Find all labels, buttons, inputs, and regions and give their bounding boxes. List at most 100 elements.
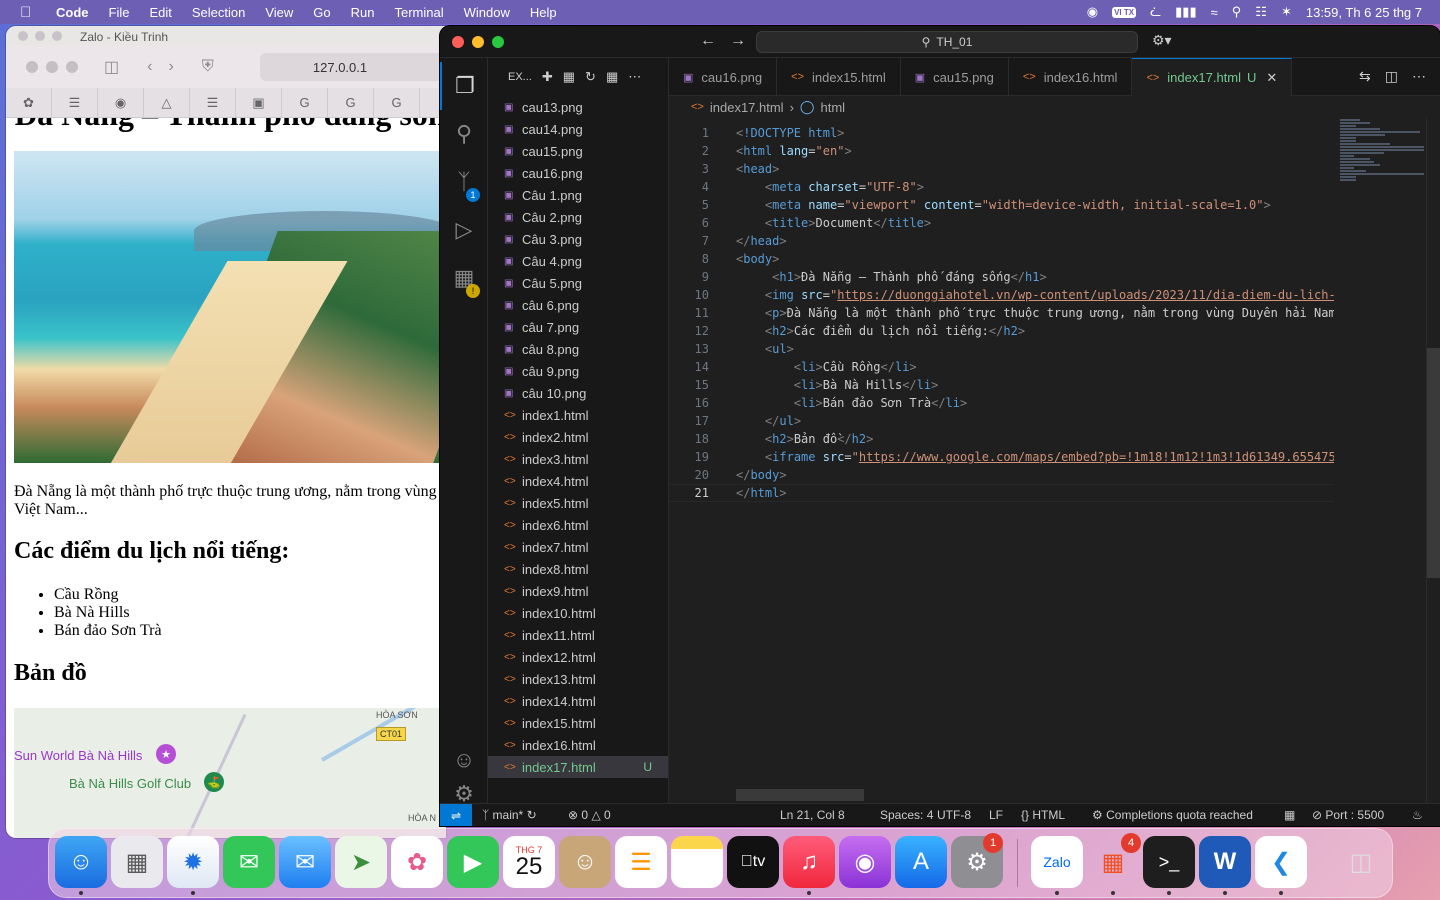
explorer-file-item[interactable]: ▣ câu 10.png	[488, 382, 668, 404]
close-tab-icon[interactable]: ✕	[1266, 70, 1277, 86]
code-line[interactable]: 12 <h2>Các điểm du lịch nổi tiếng:</h2>	[669, 322, 1334, 340]
zoom-window-button[interactable]	[492, 36, 504, 48]
creative-cloud-icon[interactable]: ◉	[1087, 4, 1098, 20]
search-icon[interactable]: ⚲	[440, 110, 488, 158]
live-server-status[interactable]: ⊘ Port : 5500	[1312, 808, 1384, 822]
explorer-file-item[interactable]: <> index10.html	[488, 602, 668, 624]
nav-forward-icon[interactable]: →	[730, 32, 746, 50]
explorer-file-item[interactable]: <> index9.html	[488, 580, 668, 602]
photos-icon[interactable]: ✿	[391, 836, 443, 888]
code-line[interactable]: 14 <li>Cầu Rồng</li>	[669, 358, 1334, 376]
map-label-sun-world[interactable]: Sun World Bà Nà Hills	[14, 748, 142, 763]
menubar-clock[interactable]: 13:59, Th 6 25 thg 7	[1306, 5, 1422, 20]
editor-tab[interactable]: <> index16.html	[1009, 58, 1133, 96]
encoding-status[interactable]: UTF-8	[937, 808, 971, 822]
new-file-icon[interactable]: ✚	[542, 69, 553, 85]
window-controls[interactable]	[452, 36, 504, 48]
explorer-file-item[interactable]: <> index16.html	[488, 734, 668, 756]
account-icon[interactable]: ☺	[440, 736, 488, 784]
app-store-icon[interactable]: A	[895, 836, 947, 888]
code-line[interactable]: 20 </body>	[669, 466, 1334, 484]
explorer-file-item[interactable]: <> index17.html U	[488, 756, 668, 778]
code-line[interactable]: 6 <title>Document</title>	[669, 214, 1334, 232]
finder-icon[interactable]: ☺	[55, 836, 107, 888]
menu-run[interactable]: Run	[351, 5, 375, 20]
menu-terminal[interactable]: Terminal	[395, 5, 444, 20]
back-icon[interactable]: ‹	[147, 58, 152, 76]
code-line[interactable]: 4 <meta charset="UTF-8">	[669, 178, 1334, 196]
explorer-file-item[interactable]: <> index7.html	[488, 536, 668, 558]
word-icon[interactable]: W	[1199, 836, 1251, 888]
explorer-file-item[interactable]: <> index4.html	[488, 470, 668, 492]
reminders-icon[interactable]: ☰	[615, 836, 667, 888]
eol-status[interactable]: LF	[989, 808, 1003, 822]
minimize-window-button[interactable]	[472, 36, 484, 48]
explorer-file-item[interactable]: <> index13.html	[488, 668, 668, 690]
extensions-icon[interactable]: ▦!	[440, 254, 488, 302]
settings-gear-icon[interactable]: ⚙	[440, 781, 488, 806]
code-line[interactable]: 5 <meta name="viewport" content="width=d…	[669, 196, 1334, 214]
code-line[interactable]: 8 <body>	[669, 250, 1334, 268]
terminal-icon[interactable]: >_	[1143, 836, 1195, 888]
terminal-icon[interactable]: ▦	[1284, 808, 1295, 822]
collapse-all-icon[interactable]: ▦	[606, 69, 618, 85]
refresh-icon[interactable]: ↻	[585, 69, 596, 85]
messages-icon[interactable]: ✉	[223, 836, 275, 888]
apple-icon[interactable]: 	[20, 4, 38, 21]
code-editor[interactable]: 1 <!DOCTYPE html> 2 <html lang="en"> 3 <head>…	[669, 118, 1334, 803]
code-line[interactable]: 2 <html lang="en">	[669, 142, 1334, 160]
horizontal-scrollbar[interactable]	[736, 789, 864, 801]
editor-tab[interactable]: <> index15.html	[777, 58, 901, 96]
code-line[interactable]: 16 <li>Bán đảo Sơn Trà</li>	[669, 394, 1334, 412]
menu-view[interactable]: View	[265, 5, 293, 20]
explorer-file-item[interactable]: <> index14.html	[488, 690, 668, 712]
code-line[interactable]: 10 <img src="https://duonggiahotel.vn/wp…	[669, 286, 1334, 304]
indentation-status[interactable]: Spaces: 4	[880, 808, 933, 822]
sidebar-toggle-icon[interactable]: ◫	[104, 57, 119, 77]
compare-icon[interactable]: ⇆	[1359, 68, 1371, 85]
copilot-icon[interactable]: ⚙▾	[1152, 32, 1172, 49]
editor-tab[interactable]: ▣ cau16.png	[669, 58, 778, 96]
code-line[interactable]: 18 <h2>Bản đồ</h2>	[669, 430, 1334, 448]
music-icon[interactable]: ♫	[783, 836, 835, 888]
split-editor-icon[interactable]: ◫	[1385, 68, 1398, 85]
google-icon-2[interactable]: G	[328, 87, 374, 118]
code-line[interactable]: 19 <iframe src="https://www.google.com/m…	[669, 448, 1334, 466]
explorer-file-item[interactable]: <> index6.html	[488, 514, 668, 536]
menu-selection[interactable]: Selection	[192, 5, 245, 20]
explorer-file-item[interactable]: ▣ cau15.png	[488, 140, 668, 162]
branch-status[interactable]: ᛉ main* ↻	[482, 808, 537, 822]
shield-icon[interactable]: ⛨	[202, 58, 214, 76]
more-actions-icon[interactable]: ⋯	[628, 69, 641, 85]
explorer-file-item[interactable]: ▣ cau14.png	[488, 118, 668, 140]
minimap[interactable]	[1340, 118, 1426, 188]
control-center-icon[interactable]: ☷	[1255, 4, 1267, 20]
vscode-icon[interactable]: ❮	[1255, 836, 1307, 888]
explorer-file-item[interactable]: ▣ câu 8.png	[488, 338, 668, 360]
explorer-file-item[interactable]: ▣ Câu 2.png	[488, 206, 668, 228]
maps-icon[interactable]: ➤	[335, 836, 387, 888]
menu-edit[interactable]: Edit	[149, 5, 171, 20]
docs-icon[interactable]: ☰	[190, 87, 236, 118]
tab-number-icon[interactable]: ▣	[236, 87, 282, 118]
explorer-file-item[interactable]: ▣ cau16.png	[488, 162, 668, 184]
golf-pin-icon[interactable]: ⛳	[204, 772, 224, 792]
github-icon[interactable]: ◉	[98, 87, 144, 118]
code-line[interactable]: 13 <ul>	[669, 340, 1334, 358]
google-icon-3[interactable]: G	[374, 87, 420, 118]
code-line[interactable]: 3 <head>	[669, 160, 1334, 178]
safari-icon[interactable]: ✹	[167, 836, 219, 888]
explorer-file-item[interactable]: ▣ Câu 3.png	[488, 228, 668, 250]
code-line[interactable]: 1 <!DOCTYPE html>	[669, 124, 1334, 142]
podcasts-icon[interactable]: ◉	[839, 836, 891, 888]
menu-help[interactable]: Help	[530, 5, 557, 20]
remote-icon[interactable]: ⇌	[440, 804, 472, 826]
editor-tab[interactable]: ▣ cau15.png	[901, 58, 1009, 96]
battery-icon[interactable]: ▮▮▮	[1175, 4, 1196, 20]
wifi-icon[interactable]: ≈	[1211, 5, 1218, 20]
explorer-file-item[interactable]: ▣ Câu 1.png	[488, 184, 668, 206]
contacts-icon[interactable]: ☺	[559, 836, 611, 888]
notifications-bell-icon[interactable]: ♨	[1412, 808, 1423, 822]
attraction-pin-icon[interactable]: ★	[156, 744, 176, 764]
launchpad-icon[interactable]: ▦	[111, 836, 163, 888]
